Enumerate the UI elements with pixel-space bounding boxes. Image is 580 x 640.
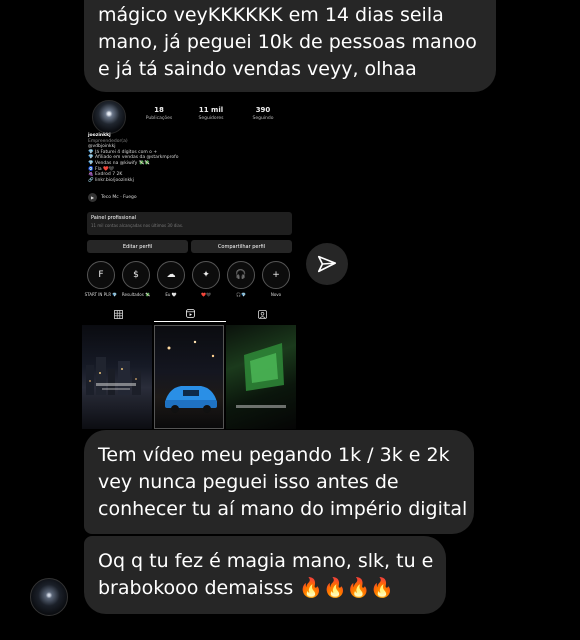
- reel-thumbnail: [82, 325, 152, 429]
- share-profile-button: Compartilhar perfil: [191, 240, 292, 253]
- highlight-label: Novo: [270, 292, 282, 297]
- shared-image-profile-screenshot[interactable]: 18 Publicações 11 mil Seguidores 390 Seg…: [82, 97, 298, 429]
- share-button[interactable]: [306, 243, 348, 285]
- reels-icon: [185, 309, 195, 318]
- highlight-label: Resultados 💸: [121, 292, 151, 297]
- highlight-cover: +: [262, 261, 290, 289]
- stat-following: 390 Seguindo: [252, 106, 274, 121]
- tab-tagged: [226, 306, 298, 322]
- message-line: mano, já peguei 10k de pessoas manoo: [98, 31, 477, 53]
- stat-posts: 18 Publicações: [145, 106, 173, 121]
- blue-car-image: [165, 340, 217, 413]
- profile-bio: joozinkkj Empreendedor(a) @vdbjoinkkj 💎 …: [88, 133, 208, 183]
- highlight-cover: ✦: [192, 261, 220, 289]
- message-line: brabokooo demaisss 🔥🔥🔥🔥: [98, 577, 394, 599]
- message-line: e já tá saindo vendas veyy, olhaa: [98, 58, 417, 80]
- tab-reels: [154, 306, 226, 322]
- reels-grid: [82, 325, 298, 429]
- reel-thumbnail: [226, 325, 296, 429]
- highlight-item-new: + Novo: [259, 261, 293, 297]
- message-bubble-received-3[interactable]: Oq q tu fez é magia mano, slk, tu e brab…: [84, 536, 446, 614]
- highlight-item: F START IN PLR 💎: [84, 261, 118, 297]
- highlight-label: ❤️🖤: [201, 292, 211, 297]
- message-bubble-received-1[interactable]: mágico veyKKKKKK em 14 dias seila mano, …: [84, 0, 496, 92]
- tagged-icon: [257, 309, 267, 319]
- profile-tabs: [82, 306, 298, 322]
- highlight-label: 🎧💎: [236, 292, 246, 297]
- sender-avatar[interactable]: [30, 578, 68, 616]
- highlight-item: $ Resultados 💸: [119, 261, 153, 297]
- highlight-cover: 🎧: [227, 261, 255, 289]
- highlight-label: START IN PLR 💎: [84, 292, 118, 297]
- paper-plane-icon: [317, 255, 337, 273]
- message-line: conhecer tu aí mano do império digital: [98, 498, 468, 520]
- profile-music: ▶ Teco Mc · Fuego: [88, 193, 137, 202]
- city-night-image: [86, 357, 141, 395]
- highlight-item: ☁ Eu 🤍: [154, 261, 188, 297]
- grid-icon: [113, 309, 123, 319]
- message-line: mágico veyKKKKKK em 14 dias seila: [98, 4, 444, 26]
- highlight-item: ✦ ❤️🖤: [189, 261, 223, 297]
- highlight-cover: F: [87, 261, 115, 289]
- bio-link: 🔗 linkr.bio/joozinkkj: [88, 177, 134, 183]
- panel-title: Painel profissional: [91, 215, 137, 221]
- music-label: Teco Mc · Fuego: [101, 195, 137, 200]
- message-line: vey nunca peguei isso antes de: [98, 471, 399, 493]
- highlight-label: Eu 🤍: [165, 292, 177, 297]
- professional-panel: Painel profissional 11 mil contas alcanç…: [87, 212, 292, 235]
- highlight-item: 🎧 🎧💎: [224, 261, 258, 297]
- stat-followers: 11 mil Seguidores: [198, 106, 224, 121]
- highlight-cover: $: [122, 261, 150, 289]
- play-icon: ▶: [88, 193, 97, 202]
- edit-profile-button: Editar perfil: [87, 240, 188, 253]
- message-bubble-received-2[interactable]: Tem vídeo meu pegando 1k / 3k e 2k vey n…: [84, 430, 474, 534]
- message-line: Tem vídeo meu pegando 1k / 3k e 2k: [98, 444, 450, 466]
- green-screen-image: [236, 343, 286, 408]
- tab-grid: [82, 306, 154, 322]
- panel-subtitle: 11 mil contas alcançadas nos últimos 30 …: [91, 223, 184, 228]
- message-line: Oq q tu fez é magia mano, slk, tu e: [98, 550, 434, 572]
- reel-thumbnail: [154, 325, 224, 429]
- highlight-cover: ☁: [157, 261, 185, 289]
- profile-avatar: [92, 100, 126, 134]
